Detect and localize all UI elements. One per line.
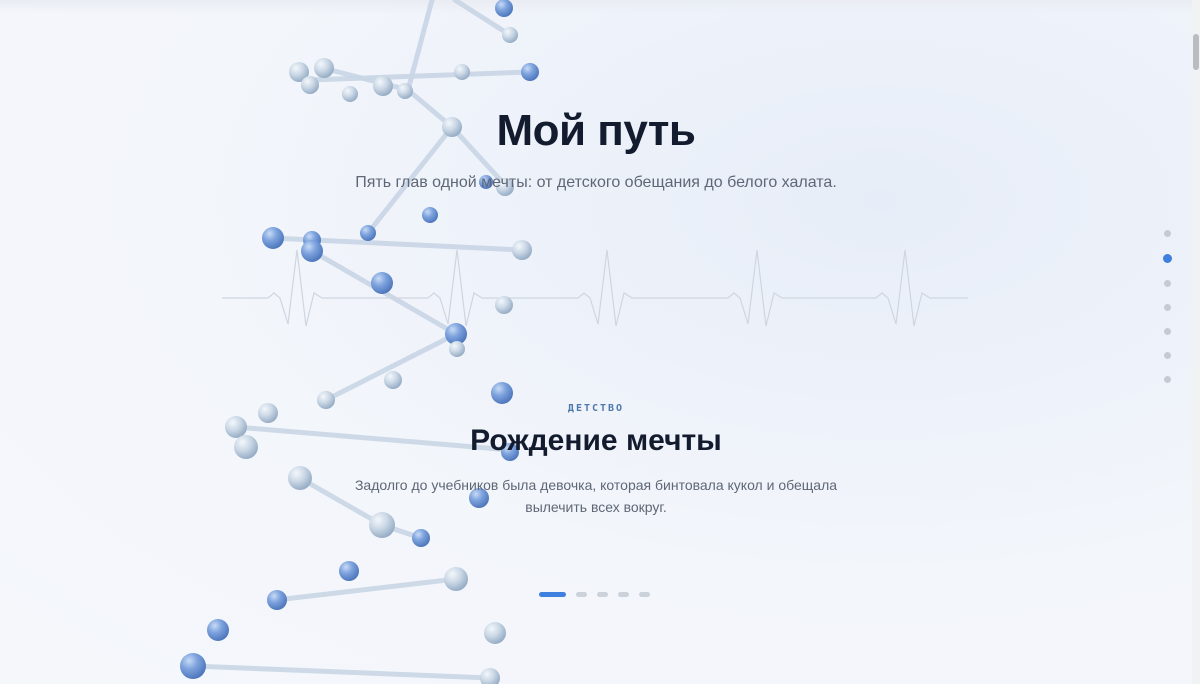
slider-pagination — [539, 591, 650, 597]
section-nav-dot[interactable] — [1164, 328, 1171, 335]
molecule-bead — [373, 76, 393, 96]
molecule-bead — [301, 76, 319, 94]
scrollbar[interactable] — [1192, 0, 1200, 684]
molecule-bead — [342, 86, 358, 102]
molecule-bead — [521, 63, 539, 81]
chapter-text: Задолго до учебников была девочка, котор… — [354, 477, 838, 515]
molecule-bead — [314, 58, 334, 78]
chapter-label: ДЕТСТВО — [567, 403, 625, 414]
section-nav-dot[interactable] — [1164, 280, 1171, 287]
molecule-bead — [422, 207, 438, 223]
page: Мой путь Пять глав одной мечты: от детск… — [0, 0, 1200, 684]
molecule-bead — [360, 225, 376, 241]
slider-dot[interactable] — [539, 591, 566, 597]
section-nav-dot[interactable] — [1164, 352, 1171, 359]
molecule-bond — [189, 663, 493, 681]
chapter-title: Рождение мечты — [470, 424, 722, 457]
molecule-bead — [454, 64, 470, 80]
molecule-beads — [180, 0, 539, 684]
molecule-bead — [262, 227, 284, 249]
molecule-bond — [273, 576, 459, 603]
molecule-bead — [484, 622, 506, 644]
molecule-bonds — [189, 0, 533, 681]
page-title: Мой путь — [496, 106, 696, 155]
molecule-bead — [301, 240, 323, 262]
molecule-bond — [323, 331, 459, 403]
molecule-bead — [444, 567, 468, 591]
slider-dot[interactable] — [639, 591, 650, 597]
section-nav-dot[interactable] — [1163, 254, 1172, 263]
slider-dot[interactable] — [576, 591, 587, 597]
molecule-bead — [288, 466, 312, 490]
molecule-bead — [339, 561, 359, 581]
molecule-bead — [502, 27, 518, 43]
slider-dot[interactable] — [597, 591, 608, 597]
molecule-bead — [449, 341, 465, 357]
molecule-bead — [412, 529, 430, 547]
molecule-bead — [491, 382, 513, 404]
section-nav-dot[interactable] — [1164, 376, 1171, 383]
molecule-bead — [495, 0, 513, 17]
section-nav — [1163, 230, 1172, 383]
molecule-bead — [180, 653, 206, 679]
molecule-bead — [397, 83, 413, 99]
molecule-bead — [480, 668, 500, 684]
page-subtitle: Пять глав одной мечты: от детского обеща… — [355, 174, 837, 191]
section-nav-dot[interactable] — [1164, 230, 1171, 237]
molecule-bead — [267, 590, 287, 610]
section-nav-dot[interactable] — [1164, 304, 1171, 311]
slider-dot[interactable] — [618, 591, 629, 597]
molecule-illustration — [180, 0, 968, 684]
molecule-bead — [512, 240, 532, 260]
scrollbar-thumb[interactable] — [1193, 34, 1199, 70]
molecule-bead — [207, 619, 229, 641]
molecule-bead — [384, 371, 402, 389]
molecule-bead — [371, 272, 393, 294]
molecule-bead — [495, 296, 513, 314]
